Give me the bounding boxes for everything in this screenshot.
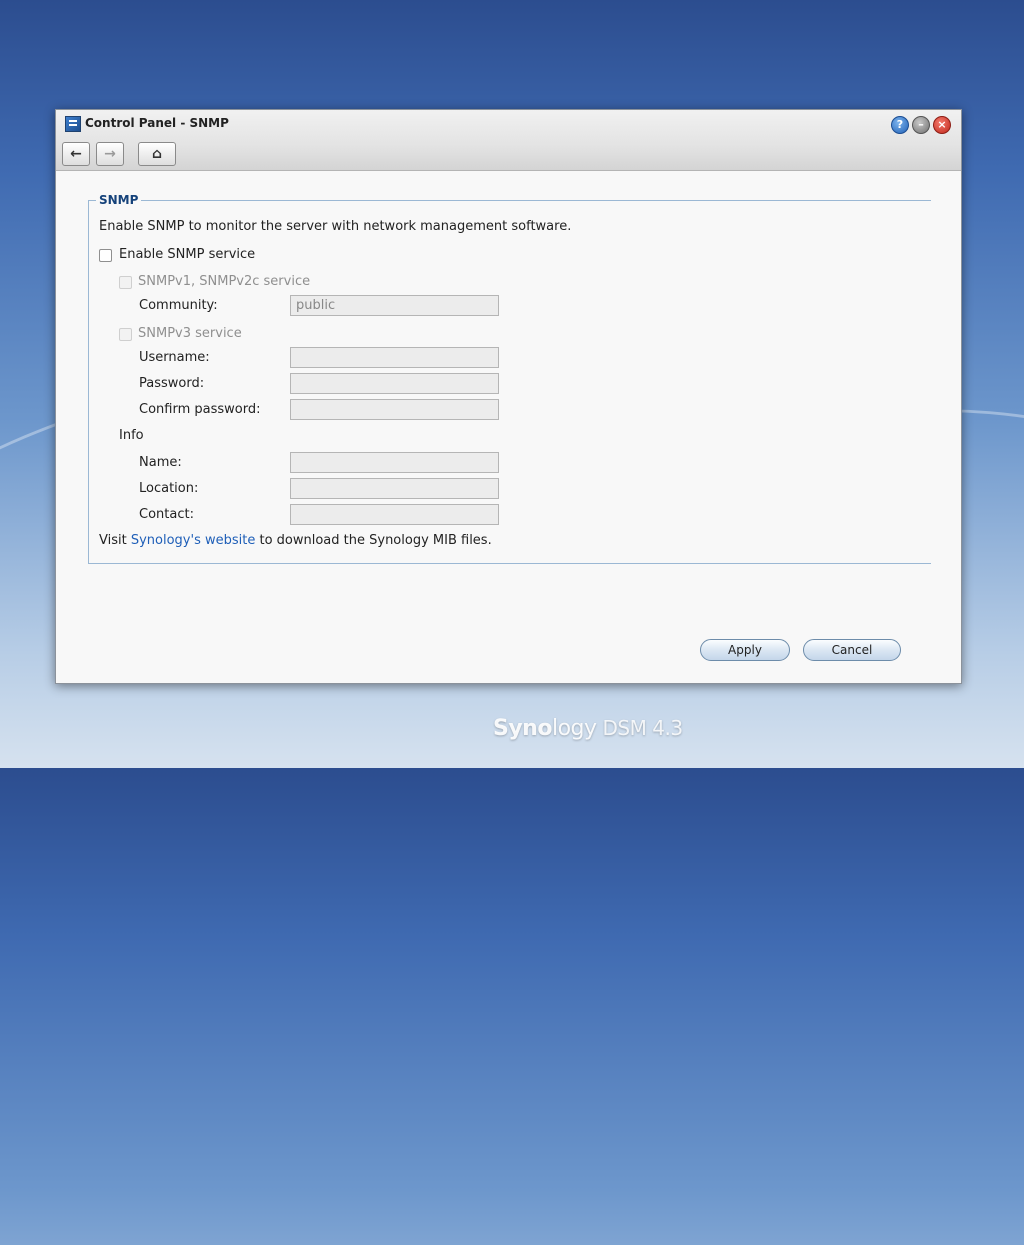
snmp-description: Enable SNMP to monitor the server with n… [99, 219, 572, 234]
snmpv3-checkbox[interactable] [119, 328, 132, 341]
home-icon: ⌂ [151, 146, 163, 162]
contact-label: Contact: [139, 507, 194, 522]
username-field[interactable] [290, 347, 499, 368]
snmpv1-v2c-label[interactable]: SNMPv1, SNMPv2c service [138, 274, 310, 289]
snmpv3-label[interactable]: SNMPv3 service [138, 326, 242, 341]
community-field[interactable]: public [290, 295, 499, 316]
confirm-password-field[interactable] [290, 399, 499, 420]
arrow-right-icon: → [104, 146, 116, 162]
confirm-password-label: Confirm password: [139, 402, 261, 417]
community-label: Community: [139, 298, 218, 313]
dsm-branding: Synology DSM 4.3 [493, 716, 683, 741]
cancel-button[interactable]: Cancel [803, 639, 901, 661]
control-panel-icon [65, 116, 81, 132]
password-label: Password: [139, 376, 205, 391]
close-icon[interactable]: × [933, 116, 951, 134]
back-button[interactable]: ← [62, 142, 90, 166]
snmp-legend: SNMP [96, 193, 142, 207]
help-icon[interactable]: ? [891, 116, 909, 134]
home-button[interactable]: ⌂ [138, 142, 176, 166]
password-field[interactable] [290, 373, 499, 394]
forward-button[interactable]: → [96, 142, 124, 166]
arrow-left-icon: ← [70, 146, 82, 162]
name-field[interactable] [290, 452, 499, 473]
brand-name-bold: Syno [493, 716, 552, 741]
apply-button[interactable]: Apply [700, 639, 790, 661]
location-label: Location: [139, 481, 199, 496]
location-field[interactable] [290, 478, 499, 499]
brand-name-rest: logy [551, 716, 597, 741]
snmpv1-v2c-checkbox[interactable] [119, 276, 132, 289]
enable-snmp-label[interactable]: Enable SNMP service [119, 247, 255, 262]
window-title: Control Panel - SNMP [85, 116, 229, 130]
product-version: DSM 4.3 [602, 716, 684, 740]
contact-field[interactable] [290, 504, 499, 525]
control-panel-window: Control Panel - SNMP ? – × ← → ⌂ SNMP En… [55, 109, 962, 684]
mib-text-suffix: to download the Synology MIB files. [255, 533, 492, 548]
mib-download-text: Visit Synology's website to download the… [99, 533, 492, 548]
enable-snmp-checkbox[interactable] [99, 249, 112, 262]
synology-website-link[interactable]: Synology's website [131, 533, 256, 548]
name-label: Name: [139, 455, 182, 470]
username-label: Username: [139, 350, 210, 365]
info-heading: Info [119, 428, 144, 443]
window-titlebar: Control Panel - SNMP ? – × ← → ⌂ [56, 110, 961, 171]
mib-text-prefix: Visit [99, 533, 131, 548]
minimize-icon[interactable]: – [912, 116, 930, 134]
